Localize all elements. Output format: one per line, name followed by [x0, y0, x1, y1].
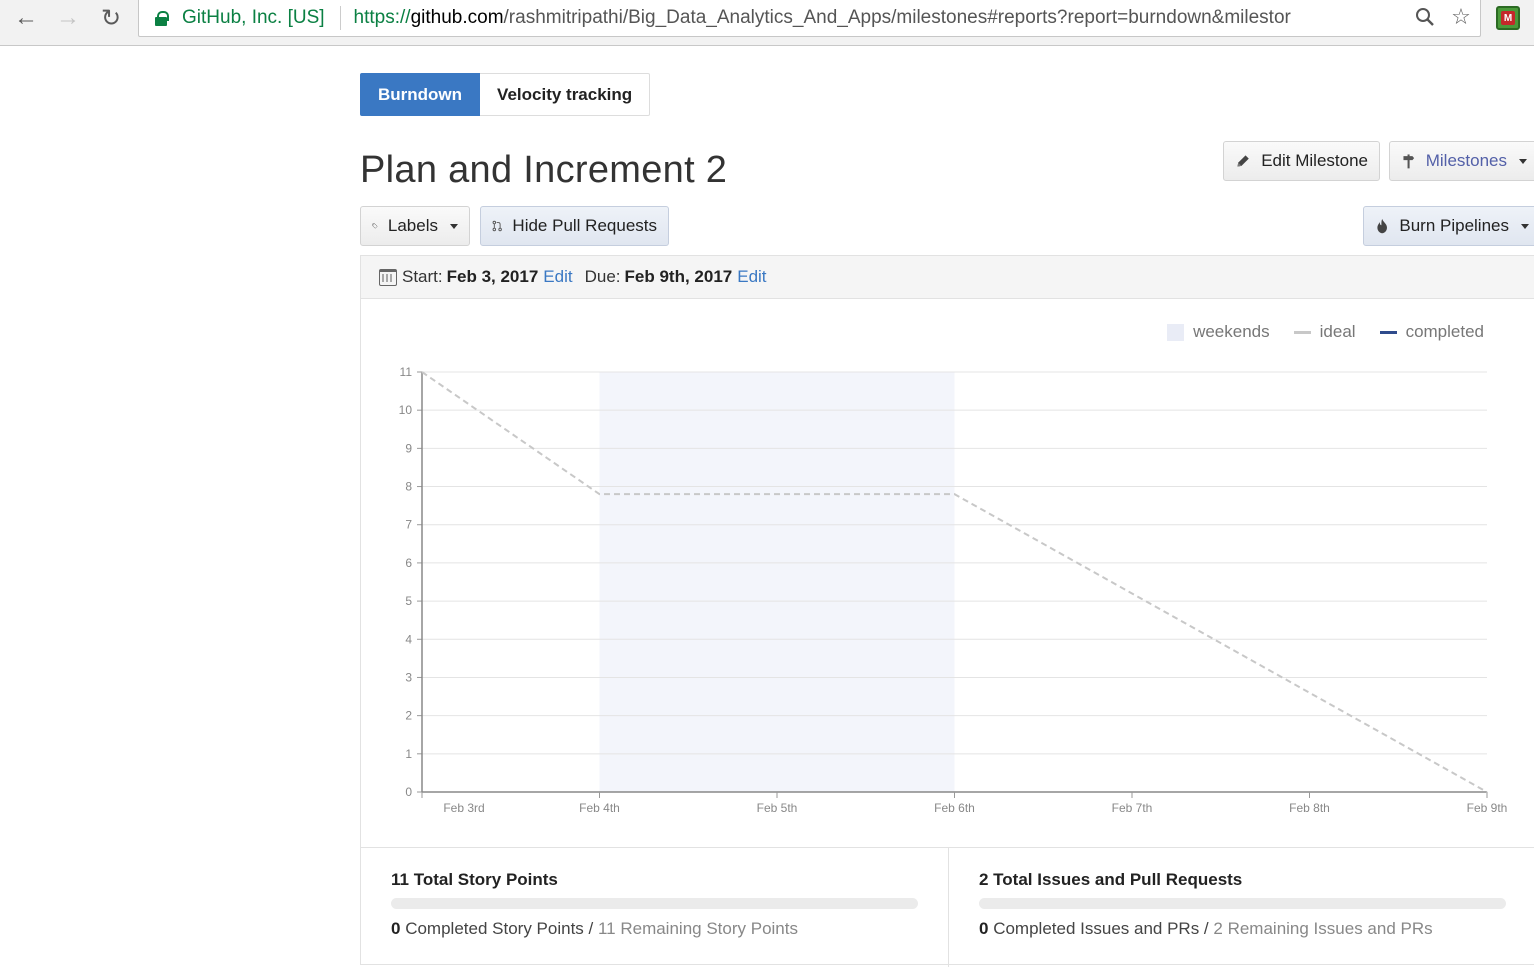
labels-label: Labels	[387, 216, 438, 235]
x-tick-label: Feb 8th	[1289, 801, 1330, 815]
start-label: Start:	[402, 267, 443, 286]
url-host: github.com	[410, 7, 504, 28]
issues-remaining: 2 Remaining Issues and PRs	[1213, 919, 1433, 938]
search-icon[interactable]	[1414, 5, 1436, 29]
address-bar[interactable]: GitHub, Inc. [US] https://github.com/ras…	[138, 0, 1481, 37]
hide-pull-requests-label: Hide Pull Requests	[512, 216, 657, 235]
url-scheme: https://	[353, 7, 411, 28]
issues-completed-count: 0	[979, 919, 989, 938]
legend-ideal-label: ideal	[1319, 322, 1356, 341]
edit-start-link[interactable]: Edit	[543, 267, 572, 287]
legend-weekends: weekends	[1167, 322, 1270, 342]
lock-icon	[155, 11, 169, 26]
y-tick-label: 11	[400, 365, 413, 379]
milestone-signpost-icon	[1403, 154, 1415, 169]
tab-burndown[interactable]: Burndown	[360, 73, 481, 116]
story-points-total: 11 Total Story Points	[391, 870, 558, 889]
chevron-down-icon	[450, 223, 458, 229]
burndown-panel: Start: Feb 3, 2017 Edit Due: Feb 9th, 20…	[360, 255, 1534, 967]
edit-due-link[interactable]: Edit	[737, 267, 766, 287]
x-tick-label: Feb 5th	[757, 801, 798, 815]
x-tick-label: Feb 3rd	[443, 801, 484, 815]
burn-pipelines-dropdown[interactable]: Burn Pipelines	[1363, 206, 1534, 246]
x-tick-label: Feb 9th	[1467, 801, 1508, 815]
legend-weekends-label: weekends	[1193, 322, 1270, 341]
y-tick-label: 2	[405, 709, 412, 723]
issues-completed-text: Completed Issues and PRs /	[993, 919, 1209, 938]
y-tick-label: 4	[405, 632, 412, 646]
burndown-chart: 0 1 2 3 4 5 6 7 8 9 10 11 Feb 3rd Feb 4th Feb 5th Feb 6…	[399, 365, 1508, 815]
labels-dropdown[interactable]: Labels	[360, 206, 470, 246]
legend-completed-swatch	[1379, 330, 1397, 334]
date-range-header: Start: Feb 3, 2017 Edit Due: Feb 9th, 20…	[361, 256, 1534, 299]
flame-icon	[1377, 218, 1387, 234]
browser-toolbar: ← → ↻ GitHub, Inc. [US] https://github.c…	[0, 0, 1534, 46]
story-points-completed-text: Completed Story Points /	[405, 919, 594, 938]
stats-row: 11 Total Story Points 0 Completed Story …	[361, 847, 1534, 967]
story-points-summary: 11 Total Story Points 0 Completed Story …	[361, 848, 948, 967]
y-tick-label: 5	[405, 594, 412, 608]
milestones-label: Milestones	[1425, 151, 1507, 170]
y-tick-label: 0	[405, 785, 412, 799]
chart-legend: weekends ideal completed	[1143, 322, 1484, 342]
issues-breakdown: 0 Completed Issues and PRs / 2 Remaining…	[979, 919, 1433, 939]
tab-velocity-tracking[interactable]: Velocity tracking	[480, 73, 651, 116]
y-tick-label: 3	[405, 670, 412, 684]
due-label: Due:	[584, 267, 621, 286]
reload-icon[interactable]: ↻	[95, 4, 127, 32]
legend-completed-label: completed	[1405, 322, 1484, 341]
x-tick-label: Feb 7th	[1112, 801, 1153, 815]
y-tick-label: 8	[405, 480, 412, 494]
back-arrow-icon[interactable]: ←	[10, 4, 42, 32]
chevron-down-icon	[1519, 158, 1527, 164]
security-org-label: GitHub, Inc. [US]	[182, 7, 325, 28]
start-date: Feb 3, 2017	[446, 267, 539, 286]
x-tick-label: Feb 6th	[934, 801, 975, 815]
edit-milestone-label: Edit Milestone	[1261, 151, 1368, 170]
issues-total: 2 Total Issues and Pull Requests	[979, 870, 1243, 889]
story-points-completed-count: 0	[391, 919, 401, 938]
pull-request-icon	[492, 220, 502, 232]
tag-icon	[372, 223, 378, 229]
edit-milestone-button[interactable]: Edit Milestone	[1223, 141, 1380, 181]
story-points-breakdown: 0 Completed Story Points / 11 Remaining …	[391, 919, 798, 939]
due-date: Feb 9th, 2017	[624, 267, 733, 286]
url-path: /rashmitripathi/Big_Data_Analytics_And_A…	[503, 7, 1291, 28]
issues-progress-bar	[979, 898, 1506, 909]
y-tick-label: 7	[405, 518, 412, 532]
page-title: Plan and Increment 2	[360, 149, 728, 191]
legend-weekends-swatch	[1167, 323, 1185, 341]
address-divider	[339, 6, 341, 30]
pencil-icon	[1237, 155, 1249, 167]
y-tick-label: 9	[405, 441, 412, 455]
legend-ideal-swatch	[1293, 330, 1311, 334]
report-tabs: Burndown Velocity tracking	[360, 73, 651, 116]
forward-arrow-icon[interactable]: →	[52, 4, 84, 32]
hide-pull-requests-button[interactable]: Hide Pull Requests	[480, 206, 669, 246]
y-tick-label: 6	[405, 556, 412, 570]
chevron-down-icon	[1521, 223, 1529, 229]
story-points-remaining: 11 Remaining Story Points	[597, 919, 798, 938]
legend-ideal: ideal	[1293, 322, 1356, 342]
extension-shield-icon[interactable]: M	[1496, 6, 1520, 30]
calendar-icon	[379, 268, 397, 286]
x-tick-label: Feb 4th	[579, 801, 620, 815]
y-tick-label: 10	[399, 403, 413, 417]
issues-summary: 2 Total Issues and Pull Requests 0 Compl…	[948, 848, 1534, 967]
bookmark-star-icon[interactable]: ☆	[1450, 4, 1472, 29]
burn-pipelines-label: Burn Pipelines	[1399, 216, 1509, 235]
weekend-band	[599, 372, 955, 792]
story-points-progress-bar	[391, 898, 918, 909]
legend-completed: completed	[1379, 322, 1484, 342]
milestones-dropdown[interactable]: Milestones	[1389, 141, 1534, 181]
y-tick-label: 1	[405, 747, 412, 761]
